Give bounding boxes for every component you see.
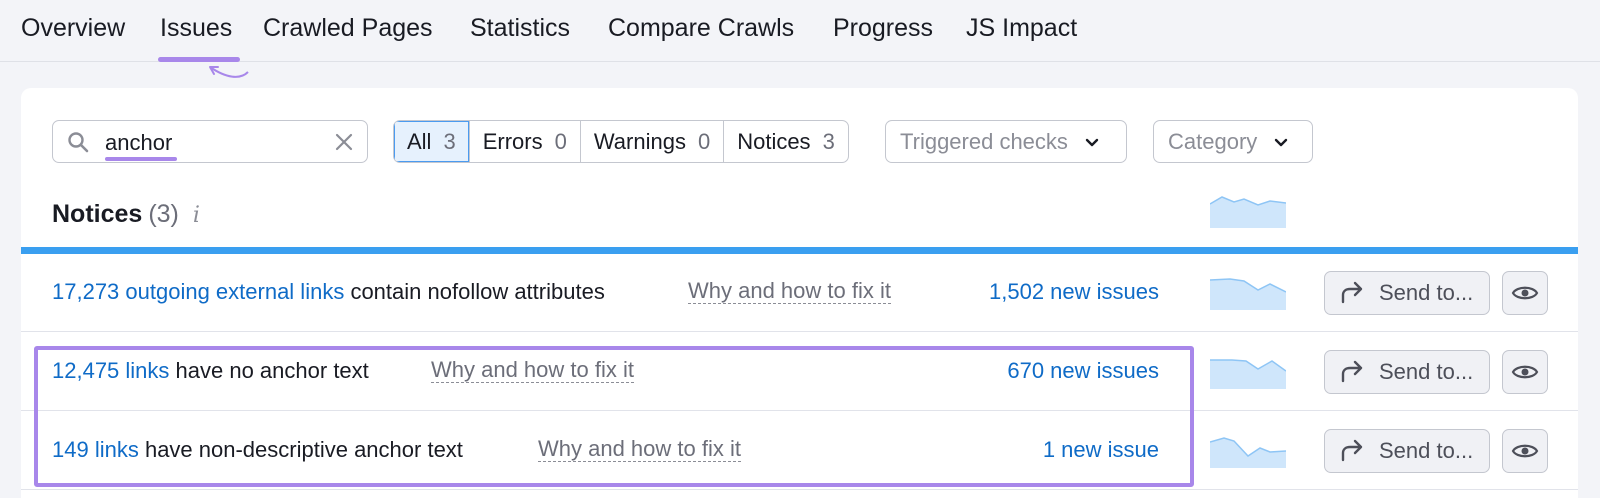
- dropdown-label: Category: [1168, 128, 1258, 154]
- tab-issues[interactable]: Issues: [160, 14, 232, 43]
- filter-all[interactable]: All 3: [394, 121, 469, 162]
- send-to-label: Send to...: [1379, 359, 1474, 384]
- filter-notices[interactable]: Notices 3: [723, 121, 848, 162]
- notices-heading: Notices (3) i: [52, 200, 200, 229]
- issue-description: 12,475 links have no anchor text: [52, 358, 369, 384]
- filter-count: 3: [443, 128, 456, 154]
- filter-count: 3: [822, 128, 835, 154]
- eye-icon: [1511, 444, 1539, 458]
- close-icon[interactable]: [333, 131, 355, 153]
- eye-icon: [1511, 365, 1539, 379]
- notices-divider: [21, 247, 1578, 254]
- filter-label: Errors: [482, 128, 543, 154]
- annotation-arrow-icon: [209, 66, 249, 78]
- new-issues-link[interactable]: 1,502 new issues: [989, 279, 1159, 305]
- view-button[interactable]: [1502, 429, 1548, 473]
- tab-compare-crawls[interactable]: Compare Crawls: [608, 14, 794, 43]
- table-row: 17,273 outgoing external links contain n…: [21, 254, 1578, 332]
- trend-sparkline: [1210, 196, 1286, 228]
- triggered-checks-dropdown[interactable]: Triggered checks: [885, 120, 1127, 163]
- tab-statistics[interactable]: Statistics: [470, 14, 570, 43]
- chevron-down-icon: [1085, 138, 1099, 146]
- notices-title: Notices: [52, 200, 143, 228]
- issue-text: have no anchor text: [169, 358, 369, 383]
- issue-description: 149 links have non-descriptive anchor te…: [52, 437, 463, 463]
- tab-crawled-pages[interactable]: Crawled Pages: [263, 14, 433, 43]
- filter-label: Warnings: [593, 128, 686, 154]
- share-arrow-icon: [1341, 439, 1363, 462]
- share-arrow-icon: [1341, 281, 1363, 304]
- issue-description: 17,273 outgoing external links contain n…: [52, 279, 605, 305]
- trend-sparkline: [1210, 359, 1286, 389]
- trend-sparkline: [1210, 437, 1286, 468]
- view-button[interactable]: [1502, 350, 1548, 394]
- issues-card: anchor All 3 Errors 0 Warnings 0 Notices 3 T…: [21, 88, 1578, 498]
- tab-progress[interactable]: Progress: [833, 14, 933, 43]
- category-dropdown[interactable]: Category: [1153, 120, 1313, 163]
- issue-link[interactable]: 17,273 outgoing external links: [52, 279, 344, 304]
- chevron-down-icon: [1275, 138, 1288, 146]
- table-row: 12,475 links have no anchor text Why and…: [21, 333, 1578, 411]
- share-arrow-icon: [1341, 360, 1363, 383]
- tab-overview[interactable]: Overview: [21, 14, 125, 43]
- filter-count: 0: [554, 128, 567, 154]
- issue-link[interactable]: 12,475 links: [52, 358, 169, 383]
- new-issues-link[interactable]: 1 new issue: [1043, 437, 1159, 463]
- issue-text: contain nofollow attributes: [344, 279, 605, 304]
- search-value: anchor: [105, 130, 173, 155]
- table-row: 149 links have non-descriptive anchor te…: [21, 412, 1578, 490]
- send-to-button[interactable]: Send to...: [1324, 429, 1490, 473]
- new-issues-link[interactable]: 670 new issues: [1007, 358, 1159, 384]
- trend-sparkline: [1210, 278, 1286, 310]
- top-nav-tabs: Overview Issues Crawled Pages Statistics…: [0, 0, 1600, 78]
- issue-text: have non-descriptive anchor text: [138, 437, 463, 462]
- why-and-how-link[interactable]: Why and how to fix it: [431, 358, 634, 383]
- notices-count: (3): [148, 200, 179, 228]
- search-icon: [68, 132, 89, 153]
- info-icon[interactable]: i: [193, 203, 200, 228]
- dropdown-label: Triggered checks: [900, 128, 1068, 154]
- send-to-button[interactable]: Send to...: [1324, 271, 1490, 315]
- send-to-button[interactable]: Send to...: [1324, 350, 1490, 394]
- issue-link[interactable]: 149 links: [52, 437, 139, 462]
- search-highlight-underline: [105, 157, 177, 161]
- tab-js-impact[interactable]: JS Impact: [966, 14, 1077, 43]
- filter-errors[interactable]: Errors 0: [468, 121, 580, 162]
- view-button[interactable]: [1502, 271, 1548, 315]
- send-to-label: Send to...: [1379, 280, 1474, 305]
- filter-label: All: [407, 128, 432, 154]
- filter-label: Notices: [737, 128, 811, 154]
- why-and-how-link[interactable]: Why and how to fix it: [688, 279, 891, 304]
- eye-icon: [1511, 286, 1539, 300]
- filter-count: 0: [697, 128, 711, 154]
- why-and-how-link[interactable]: Why and how to fix it: [538, 437, 741, 462]
- filter-warnings[interactable]: Warnings 0: [579, 121, 723, 162]
- issue-type-filter: All 3 Errors 0 Warnings 0 Notices 3: [393, 120, 849, 163]
- search-input[interactable]: anchor: [52, 120, 368, 163]
- send-to-label: Send to...: [1379, 438, 1474, 463]
